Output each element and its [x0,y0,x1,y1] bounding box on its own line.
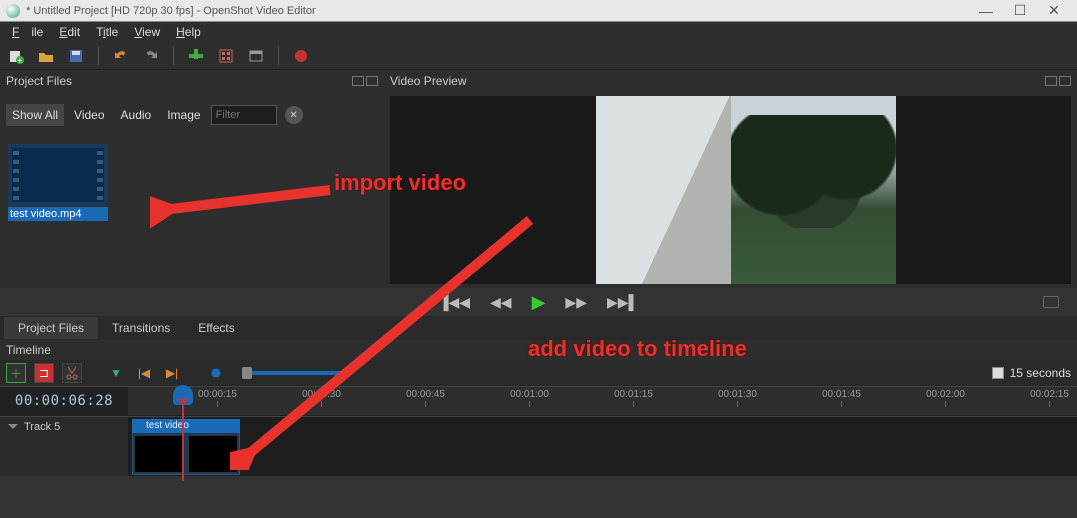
track-body[interactable]: test video [128,417,1077,476]
playhead[interactable] [182,387,184,481]
panel-float-icon[interactable] [352,76,364,86]
ruler-tick: 00:00:45 [406,389,445,400]
undo-icon[interactable] [113,48,129,64]
jump-end-icon[interactable]: ▶▶▌ [607,294,638,311]
open-project-icon[interactable] [38,48,54,64]
import-files-icon[interactable] [188,48,204,64]
clip-label: test video [132,419,240,433]
filter-clear-icon[interactable]: ✕ [285,106,303,124]
fullscreen-icon[interactable] [248,48,264,64]
project-files-title: Project Files [6,74,72,88]
filter-audio[interactable]: Audio [115,104,158,126]
ruler-tick: 00:02:15 [1030,389,1069,400]
center-playhead-icon[interactable]: ⬣ [206,363,226,383]
project-file-item[interactable]: test video.mp4 [8,144,108,221]
timeline-panel: Timeline ＋ ⊐ ▼ |◀ ▶| ⬣ 15 seconds 00:00:… [0,340,1077,476]
ruler-tick: 00:01:30 [718,389,757,400]
zoom-checkbox[interactable] [992,367,1004,379]
ruler-tick: 00:01:00 [510,389,549,400]
video-preview-panel: Video Preview [384,70,1077,288]
timeline-toolbar: ＋ ⊐ ▼ |◀ ▶| ⬣ 15 seconds [0,360,1077,386]
transport-controls: ▐◀◀ ◀◀ ▶ ▶▶ ▶▶▌ [0,288,1077,316]
app-logo-icon [6,4,20,18]
timecode-display[interactable]: 00:00:06:28 [0,387,128,415]
redo-icon[interactable] [143,48,159,64]
menu-file[interactable]: File [6,23,49,41]
zoom-slider[interactable] [242,371,352,375]
profile-icon[interactable] [218,48,234,64]
panel-close-icon[interactable] [366,76,378,86]
jump-start-icon[interactable]: ▐◀◀ [439,294,470,311]
add-track-icon[interactable]: ＋ [6,363,26,383]
zoom-label: 15 seconds [1010,366,1071,380]
maximize-button[interactable]: ☐ [1003,2,1037,19]
menubar: File Edit Title View Help [0,22,1077,42]
snap-icon[interactable]: ⊐ [34,363,54,383]
forward-icon[interactable]: ▶▶ [565,294,587,311]
preview-float-icon[interactable] [1045,76,1057,86]
filter-video[interactable]: Video [68,104,110,126]
razor-icon[interactable] [62,363,82,383]
save-project-icon[interactable] [68,48,84,64]
filter-show-all[interactable]: Show All [6,104,64,126]
ruler-tick: 00:01:15 [614,389,653,400]
menu-title[interactable]: Title [90,23,124,41]
track-row: Track 5 test video [0,416,1077,476]
new-project-icon[interactable]: + [8,48,24,64]
menu-view[interactable]: View [128,23,166,41]
timeline-ruler[interactable]: 00:00:06:28 00:00:15 00:00:30 00:00:45 00:0… [0,386,1077,416]
tab-effects[interactable]: Effects [184,317,248,339]
preview-frame [596,96,896,284]
export-icon[interactable] [293,48,309,64]
next-marker-icon[interactable]: ▶| [162,363,182,383]
window-title: * Untitled Project [HD 720p 30 fps] - Op… [26,5,969,17]
preview-close-icon[interactable] [1059,76,1071,86]
preview-area[interactable] [390,96,1071,284]
project-tabs: Project Files Transitions Effects [0,316,1077,340]
svg-text:+: + [18,56,23,64]
add-marker-icon[interactable]: ▼ [106,363,126,383]
minimize-button[interactable]: — [969,3,1003,19]
play-icon[interactable]: ▶ [532,292,546,313]
filter-row: Show All Video Audio Image ✕ [0,102,384,128]
filter-input[interactable] [211,105,277,125]
timeline-clip[interactable]: test video [132,419,240,475]
tab-transitions[interactable]: Transitions [98,317,184,339]
close-button[interactable]: ✕ [1037,2,1071,19]
panels: Project Files Show All Video Audio Image… [0,70,1077,288]
project-file-label: test video.mp4 [8,207,108,221]
tab-project-files[interactable]: Project Files [4,317,98,339]
ruler-tick: 00:02:00 [926,389,965,400]
prev-marker-icon[interactable]: |◀ [134,363,154,383]
menu-help[interactable]: Help [170,23,207,41]
filter-image[interactable]: Image [161,104,206,126]
timeline-title: Timeline [6,343,51,357]
toolbar: + [0,42,1077,70]
ruler-tick: 00:00:30 [302,389,341,400]
ruler-tick: 00:01:45 [822,389,861,400]
ruler-tick: 00:00:15 [198,389,237,400]
rewind-icon[interactable]: ◀◀ [490,294,512,311]
track-header[interactable]: Track 5 [0,417,128,476]
video-preview-title: Video Preview [390,74,467,88]
project-files-panel: Project Files Show All Video Audio Image… [0,70,384,288]
snapshot-icon[interactable] [1043,296,1059,308]
track-name: Track 5 [24,421,60,433]
menu-edit[interactable]: Edit [53,23,86,41]
titlebar: * Untitled Project [HD 720p 30 fps] - Op… [0,0,1077,22]
